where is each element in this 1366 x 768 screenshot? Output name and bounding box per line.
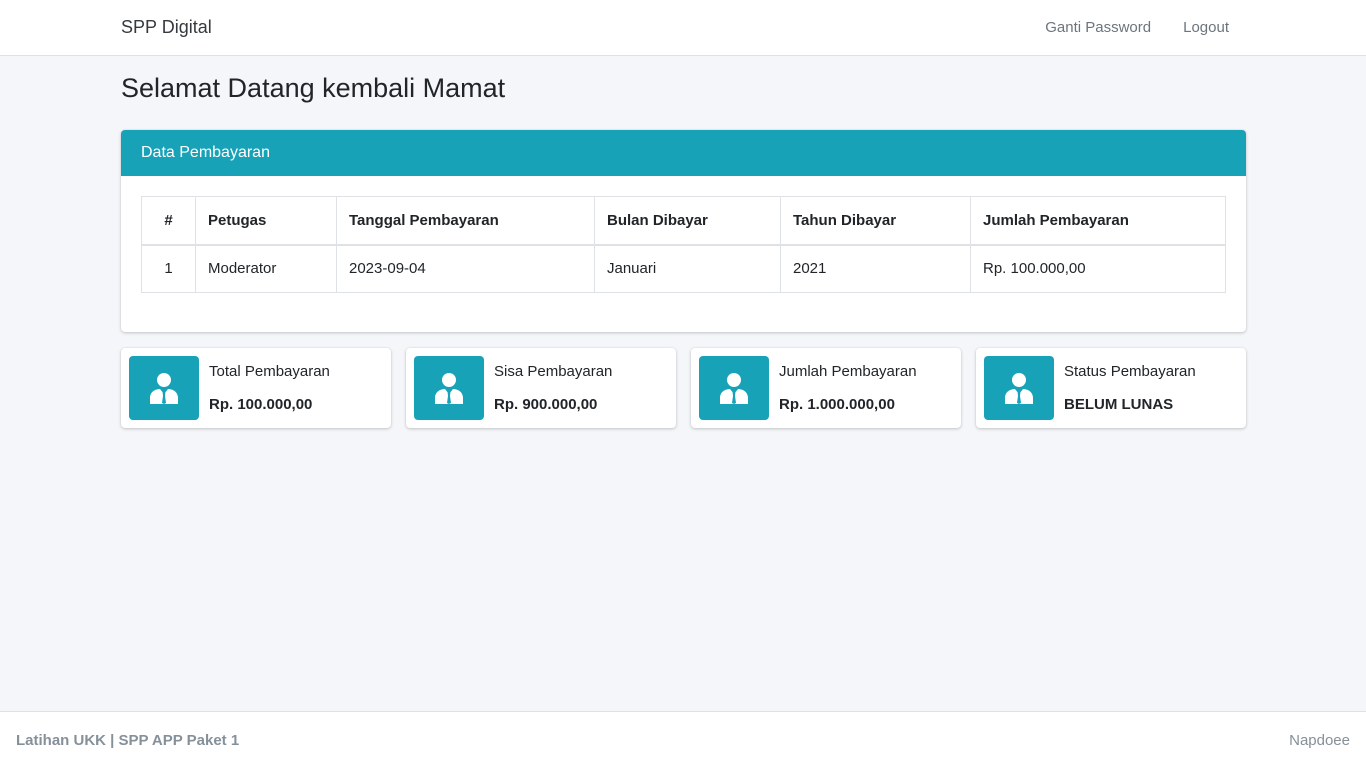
cell-month-paid: Januari xyxy=(594,244,781,293)
footer-author: Napdoee xyxy=(1289,732,1350,749)
cell-year-paid: 2021 xyxy=(780,244,971,293)
page-title: Selamat Datang kembali Mamat xyxy=(121,73,506,103)
user-tie-icon xyxy=(699,356,769,420)
payment-table: # Petugas Tanggal Pembayaran Bulan Dibay… xyxy=(141,196,1226,293)
cell-payment-date: 2023-09-04 xyxy=(336,244,595,293)
logout-link[interactable]: Logout xyxy=(1167,19,1245,36)
change-password-link[interactable]: Ganti Password xyxy=(1029,19,1167,36)
info-box-value: Rp. 1.000.000,00 xyxy=(779,396,895,413)
column-header-number: # xyxy=(141,196,196,246)
info-box-payment-status: Status Pembayaran BELUM LUNAS xyxy=(976,348,1246,428)
table-header-row: # Petugas Tanggal Pembayaran Bulan Dibay… xyxy=(141,196,1226,246)
column-header-month-paid: Bulan Dibayar xyxy=(594,196,781,246)
top-navbar: SPP Digital Ganti Password Logout xyxy=(0,0,1366,56)
info-box-value: BELUM LUNAS xyxy=(1064,396,1174,413)
info-box-value: Rp. 100.000,00 xyxy=(209,396,313,413)
cell-payment-amount: Rp. 100.000,00 xyxy=(970,244,1226,293)
brand-logo-text[interactable]: SPP Digital xyxy=(121,17,212,38)
info-box-value: Rp. 900.000,00 xyxy=(494,396,598,413)
user-tie-icon xyxy=(414,356,484,420)
column-header-payment-amount: Jumlah Pembayaran xyxy=(970,196,1226,246)
cell-number: 1 xyxy=(141,244,196,293)
info-box-payment-amount: Jumlah Pembayaran Rp. 1.000.000,00 xyxy=(691,348,961,428)
info-box-label: Status Pembayaran xyxy=(1064,363,1196,380)
info-box-label: Sisa Pembayaran xyxy=(494,363,613,380)
card-title: Data Pembayaran xyxy=(121,130,1246,176)
table-row: 1 Moderator 2023-09-04 Januari 2021 Rp. … xyxy=(141,244,1226,293)
navbar-links: Ganti Password Logout xyxy=(1029,19,1245,36)
info-box-total-payment: Total Pembayaran Rp. 100.000,00 xyxy=(121,348,391,428)
info-box-label: Jumlah Pembayaran xyxy=(779,363,917,380)
column-header-payment-date: Tanggal Pembayaran xyxy=(336,196,595,246)
payment-data-card: Data Pembayaran # Petugas Tanggal Pembay… xyxy=(121,130,1246,332)
page-footer: Latihan UKK | SPP APP Paket 1 Napdoee xyxy=(0,711,1366,768)
user-tie-icon xyxy=(129,356,199,420)
cell-officer: Moderator xyxy=(195,244,337,293)
footer-credit: Latihan UKK | SPP APP Paket 1 xyxy=(16,732,240,749)
info-box-remaining-payment: Sisa Pembayaran Rp. 900.000,00 xyxy=(406,348,676,428)
column-header-officer: Petugas xyxy=(195,196,337,246)
column-header-year-paid: Tahun Dibayar xyxy=(780,196,971,246)
user-tie-icon xyxy=(984,356,1054,420)
info-box-label: Total Pembayaran xyxy=(209,363,330,380)
